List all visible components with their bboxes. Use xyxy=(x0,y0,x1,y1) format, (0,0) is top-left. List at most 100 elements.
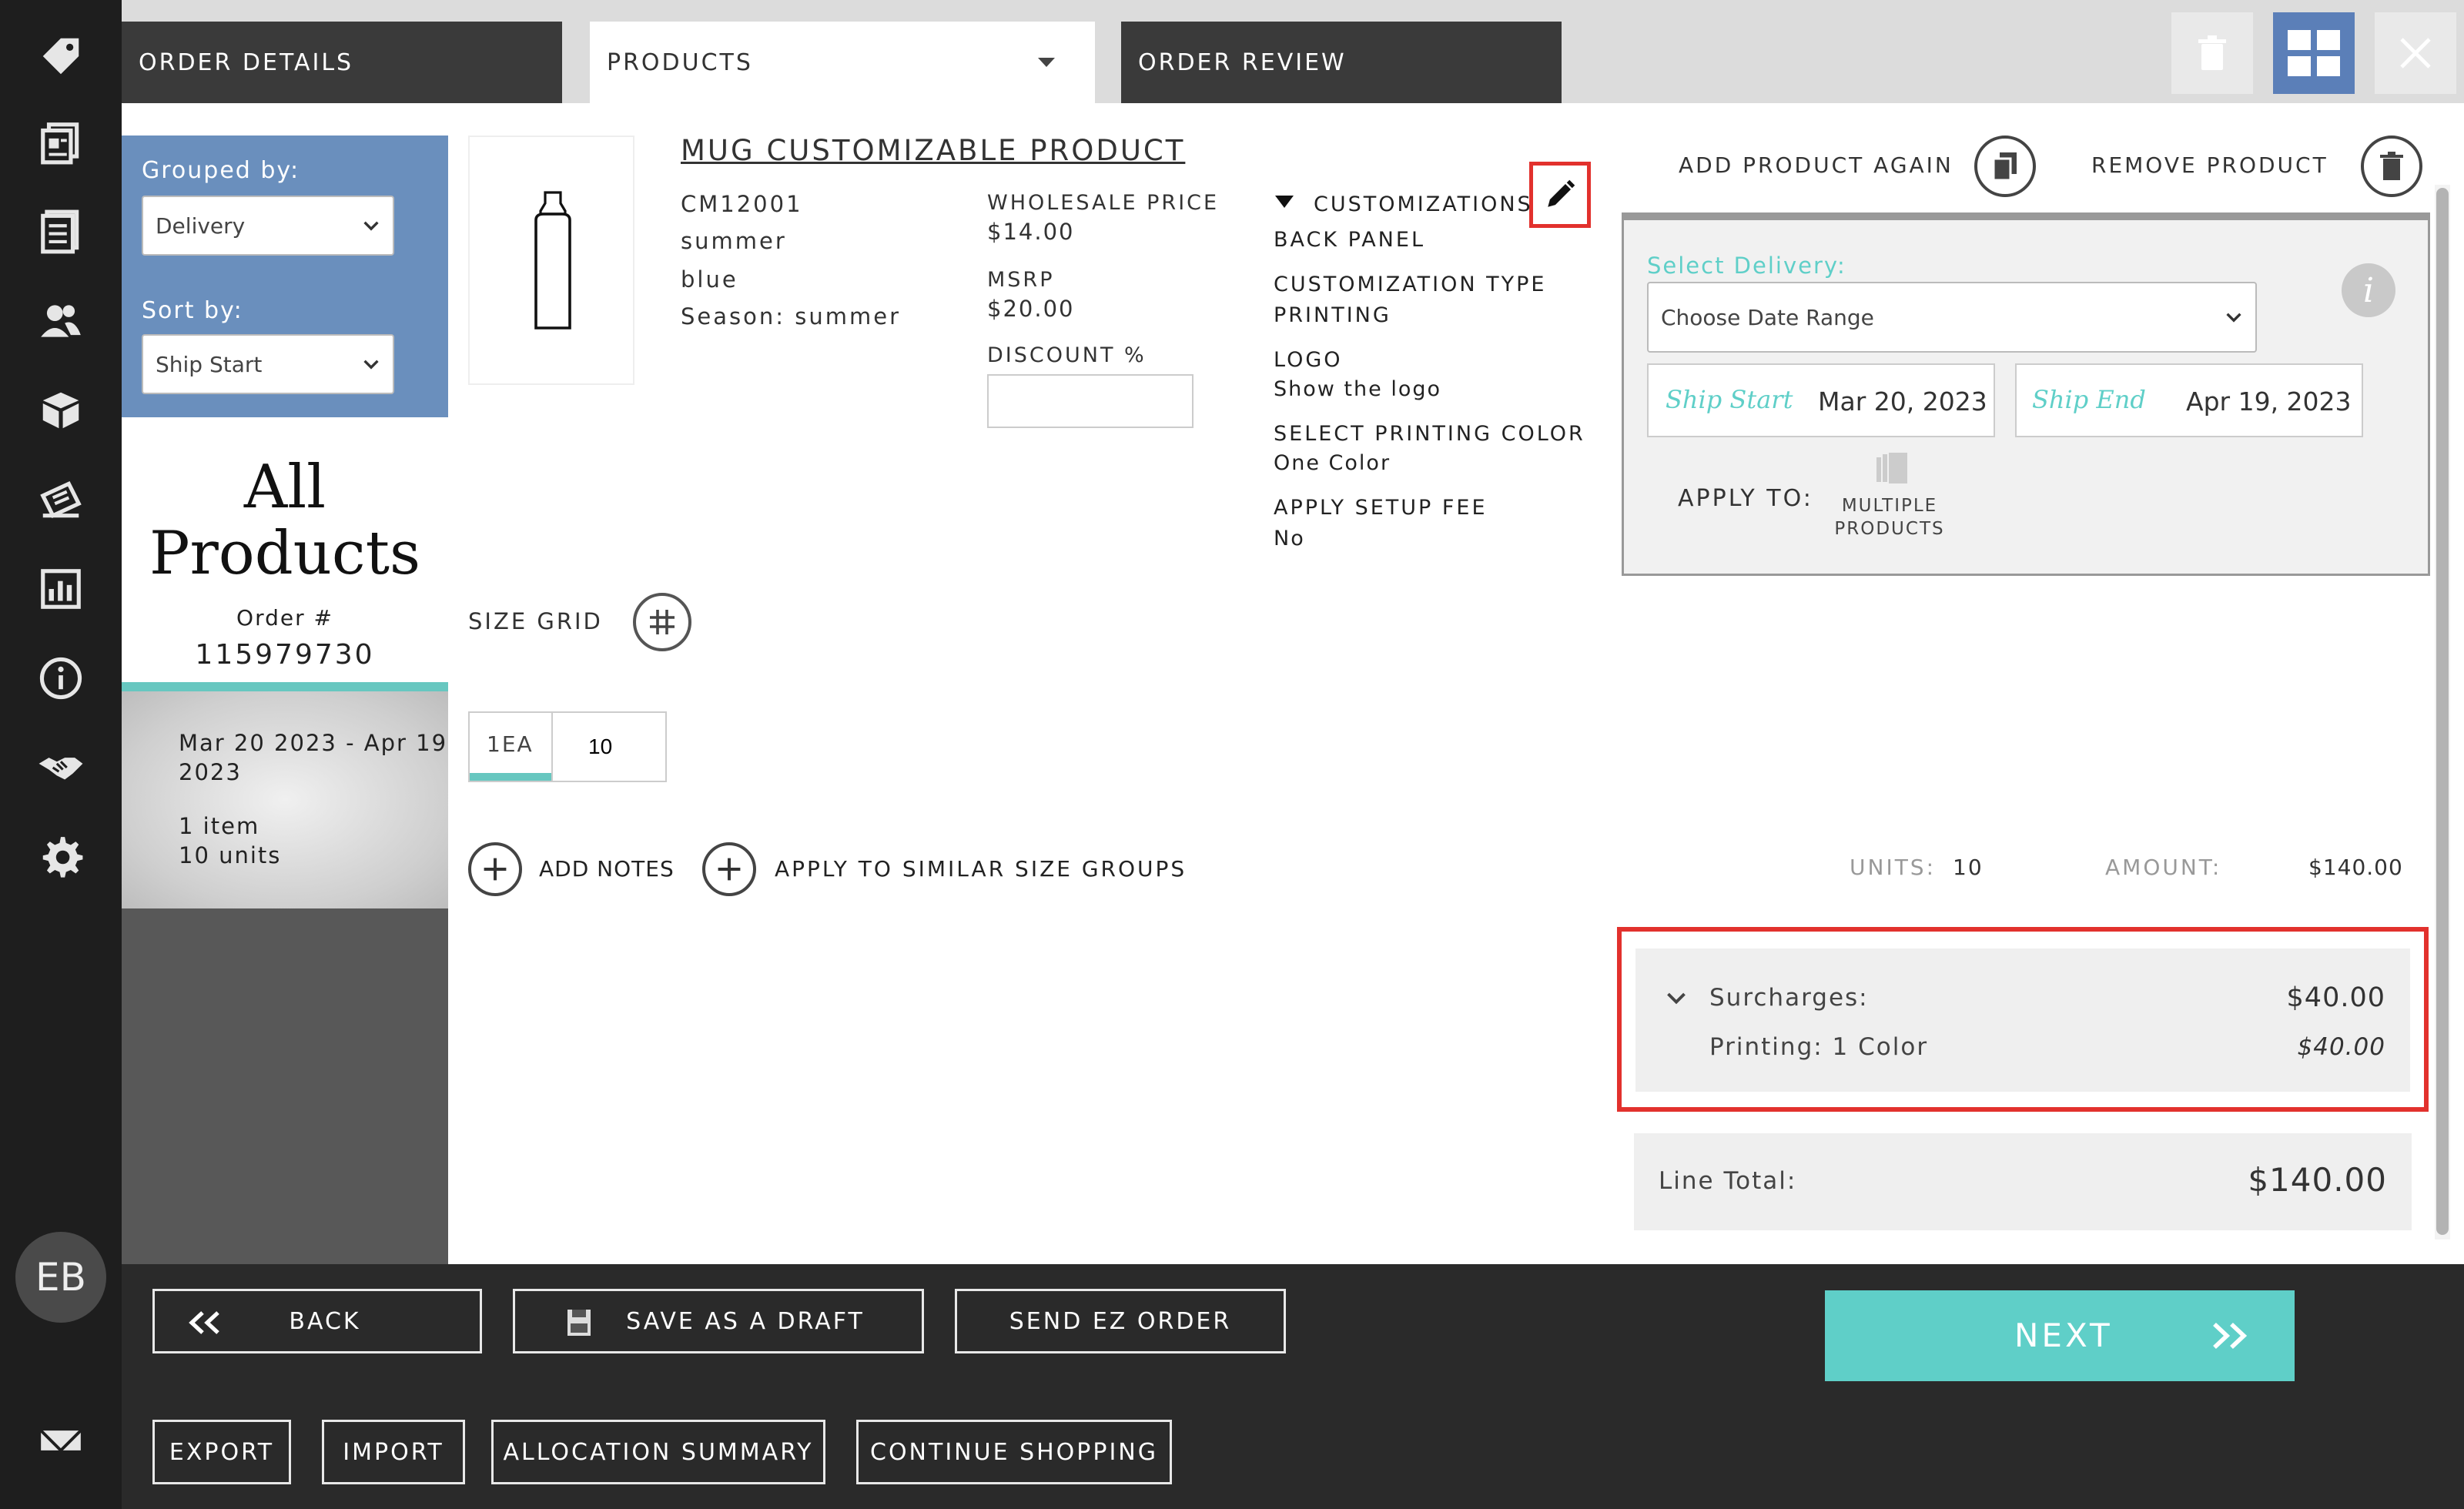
custom-type-value: PRINTING xyxy=(1274,303,1391,327)
scrollbar-thumb[interactable] xyxy=(2436,188,2449,1235)
collapse-triangle-icon[interactable] xyxy=(1274,194,1295,211)
delivery-date-select[interactable]: Choose Date Range xyxy=(1647,282,2257,353)
tab-order-details[interactable]: ORDER DETAILS xyxy=(122,22,562,103)
units-value: 10 xyxy=(1953,855,1984,880)
discount-label: DISCOUNT % xyxy=(987,343,1147,367)
surcharges-panel[interactable]: Surcharges: $40.00 Printing: 1 Color $40… xyxy=(1635,949,2410,1092)
custom-logo-label: LOGO xyxy=(1274,348,1343,372)
wholesale-price-label: WHOLESALE PRICE xyxy=(987,191,1220,215)
multiple-products-line1: MULTIPLE xyxy=(1841,496,1938,516)
sort-by-value: Ship Start xyxy=(156,351,263,377)
size-label: 1EA xyxy=(487,731,534,757)
copy-icon xyxy=(1992,152,2017,182)
ship-start-label: Ship Start xyxy=(1666,385,1793,414)
size-grid-button[interactable] xyxy=(633,593,691,651)
export-button[interactable]: EXPORT xyxy=(152,1420,291,1484)
product-name-link[interactable]: MUG CUSTOMIZABLE PRODUCT xyxy=(681,134,1185,167)
line-total-value: $140.00 xyxy=(2248,1161,2387,1199)
left-nav-sidebar: EB xyxy=(0,0,122,1509)
catalog-icon[interactable] xyxy=(34,115,88,169)
double-chevron-left-icon xyxy=(189,1311,219,1334)
custom-setup-label: APPLY SETUP FEE xyxy=(1274,496,1488,520)
amount-value: $140.00 xyxy=(2308,855,2403,880)
delivery-range-line2: 2023 xyxy=(179,759,242,785)
settings-gear-icon[interactable] xyxy=(34,830,88,884)
surcharges-value: $40.00 xyxy=(2286,982,2385,1013)
customers-icon[interactable] xyxy=(34,294,88,348)
send-ez-order-button[interactable]: SEND EZ ORDER xyxy=(955,1289,1286,1353)
grid-hash-icon xyxy=(650,610,675,634)
tickets-icon[interactable] xyxy=(34,473,88,527)
continue-shopping-button[interactable]: CONTINUE SHOPPING xyxy=(856,1420,1172,1484)
order-number-label: Order # xyxy=(236,605,333,631)
grouped-by-value: Delivery xyxy=(156,212,246,239)
multiple-products-button[interactable]: MULTIPLE PRODUCTS xyxy=(1832,451,1947,551)
grouped-by-select[interactable]: Delivery xyxy=(142,196,394,256)
save-draft-button[interactable]: SAVE AS A DRAFT xyxy=(513,1289,924,1353)
list-document-icon[interactable] xyxy=(34,205,88,259)
tab-order-review-label: ORDER REVIEW xyxy=(1138,49,1347,76)
customizations-header[interactable]: CUSTOMIZATIONS xyxy=(1314,192,1533,216)
printing-surcharge-label: Printing: 1 Color xyxy=(1709,1033,1929,1061)
send-ez-order-label: SEND EZ ORDER xyxy=(1009,1307,1232,1335)
tab-order-review[interactable]: ORDER REVIEW xyxy=(1121,22,1562,103)
double-chevron-right-icon xyxy=(2213,1322,2248,1350)
item-count: 1 item xyxy=(179,813,260,839)
apply-similar-button[interactable] xyxy=(702,842,756,896)
delete-order-button[interactable] xyxy=(2171,12,2253,94)
size-grid-table: 1EA xyxy=(468,711,667,782)
edit-customization-button[interactable] xyxy=(1529,162,1591,228)
box-icon[interactable] xyxy=(34,383,88,437)
sort-by-select[interactable]: Ship Start xyxy=(142,334,394,394)
handshake-icon[interactable] xyxy=(34,741,88,795)
tab-products[interactable]: PRODUCTS xyxy=(590,22,1095,103)
wholesale-price-value: $14.00 xyxy=(987,219,1075,245)
remove-product-button[interactable] xyxy=(2361,136,2422,197)
units-label: UNITS: xyxy=(1850,855,1937,880)
chevron-down-icon[interactable] xyxy=(1665,987,1688,1010)
close-button[interactable] xyxy=(2375,12,2456,94)
order-number: 115979730 xyxy=(195,639,375,671)
back-button[interactable]: BACK xyxy=(152,1289,482,1353)
add-product-again-button[interactable] xyxy=(1974,136,2036,197)
bottle-image xyxy=(534,191,571,330)
save-draft-label: SAVE AS A DRAFT xyxy=(626,1307,865,1335)
all-products-title: All Products xyxy=(122,454,448,587)
custom-logo-value: Show the logo xyxy=(1274,377,1442,401)
bar-chart-icon[interactable] xyxy=(34,562,88,616)
trash-icon xyxy=(2380,152,2403,180)
flag-icon[interactable] xyxy=(34,1414,88,1467)
pencil-icon xyxy=(1548,179,1575,207)
product-thumbnail[interactable] xyxy=(468,136,634,385)
size-header-cell: 1EA xyxy=(470,713,553,781)
discount-input[interactable] xyxy=(987,374,1194,428)
import-button[interactable]: IMPORT xyxy=(322,1420,465,1484)
back-label: BACK xyxy=(289,1307,361,1335)
grid-view-icon xyxy=(2288,30,2340,76)
user-avatar[interactable]: EB xyxy=(15,1232,106,1323)
scrollbar-track[interactable] xyxy=(2435,185,2450,1240)
delivery-group-card[interactable]: Mar 20 2023 - Apr 19 2023 1 item 10 unit… xyxy=(122,691,448,908)
ship-start-value: Mar 20, 2023 xyxy=(1818,386,1987,417)
msrp-value: $20.00 xyxy=(987,296,1075,322)
add-notes-button[interactable] xyxy=(468,842,522,896)
info-icon[interactable] xyxy=(34,651,88,705)
grid-view-button[interactable] xyxy=(2273,12,2355,94)
ship-end-field[interactable]: Ship End Apr 19, 2023 xyxy=(2015,363,2363,437)
product-sku: CM12001 xyxy=(681,191,803,217)
tag-icon[interactable] xyxy=(34,29,88,83)
trash-icon xyxy=(2198,35,2226,70)
info-icon[interactable]: i xyxy=(2342,263,2395,317)
quantity-input[interactable] xyxy=(554,714,662,779)
allocation-summary-button[interactable]: ALLOCATION SUMMARY xyxy=(491,1420,825,1484)
plus-icon xyxy=(484,858,507,881)
add-product-again-label[interactable]: ADD PRODUCT AGAIN xyxy=(1679,152,1953,178)
add-notes-label[interactable]: ADD NOTES xyxy=(539,856,675,882)
next-button[interactable]: NEXT xyxy=(1825,1290,2295,1381)
ship-start-field[interactable]: Ship Start Mar 20, 2023 xyxy=(1647,363,1995,437)
ship-end-label: Ship End xyxy=(2032,385,2146,414)
all-products-title-line1: All xyxy=(243,453,326,522)
apply-similar-label[interactable]: APPLY TO SIMILAR SIZE GROUPS xyxy=(775,856,1187,882)
ship-end-value: Apr 19, 2023 xyxy=(2186,386,2352,417)
remove-product-label[interactable]: REMOVE PRODUCT xyxy=(2091,152,2328,178)
